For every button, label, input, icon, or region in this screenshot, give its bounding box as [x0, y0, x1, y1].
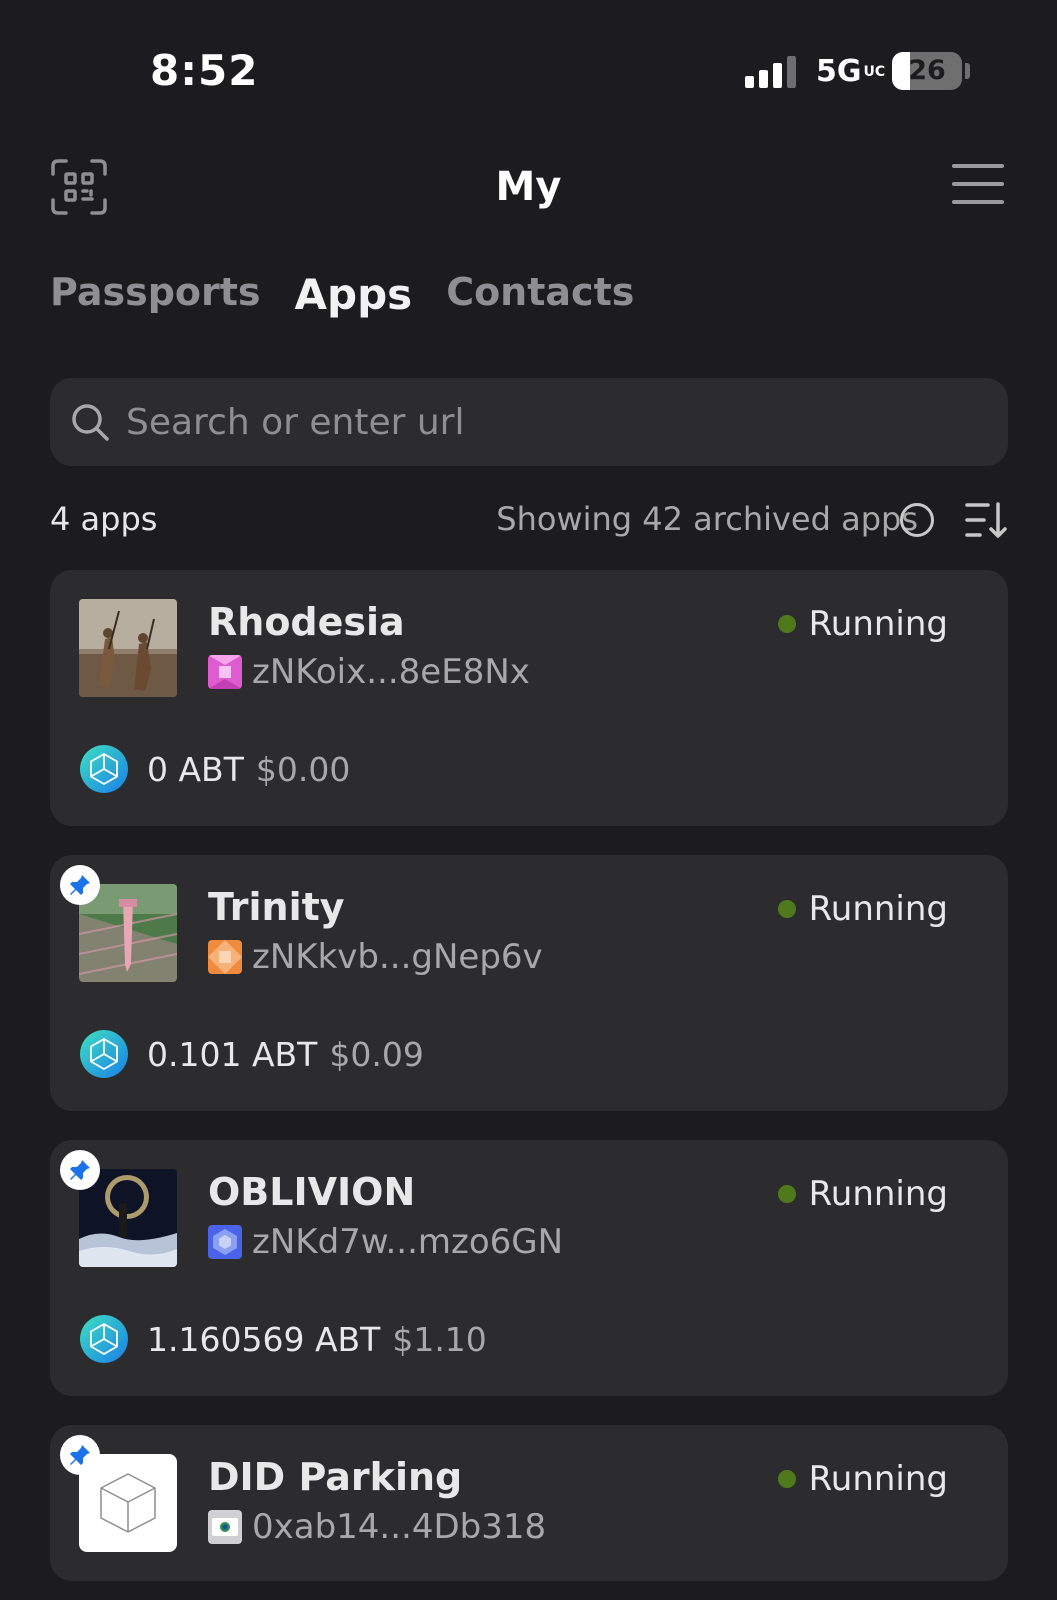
app-balance: 0.101 ABT $0.09: [79, 1029, 424, 1079]
token-amount: 0.101 ABT: [147, 1034, 318, 1074]
app-did-row: zNKkvb...gNep6v: [208, 937, 543, 977]
search-input[interactable]: [126, 401, 946, 443]
app-balance: 1.160569 ABT $1.10: [79, 1314, 487, 1364]
tab-bar: Passports Apps Contacts: [50, 270, 634, 319]
battery-icon: 26: [892, 52, 962, 90]
app-did-row: zNKoix...8eE8Nx: [208, 652, 530, 692]
app-status-label: Running: [808, 1459, 948, 1499]
app-card-trinity[interactable]: Trinity zNKkvb...gNep6v Running 0.101 AB…: [50, 855, 1008, 1111]
battery-percentage: 26: [908, 55, 946, 86]
app-name: OBLIVION: [208, 1170, 416, 1214]
app-card-rhodesia[interactable]: Rhodesia zNKoix...8eE8Nx Running 0 ABT $…: [50, 570, 1008, 826]
pinned-badge: [60, 865, 100, 905]
network-type: 5G: [816, 54, 862, 89]
app-did: 0xab14...4Db318: [252, 1507, 547, 1547]
pin-icon: [70, 875, 90, 895]
app-card-oblivion[interactable]: OBLIVION zNKd7w...mzo6GN Running 1.16056…: [50, 1140, 1008, 1396]
app-status-label: Running: [808, 1174, 948, 1214]
pin-icon: [70, 1445, 90, 1465]
pin-icon: [70, 1160, 90, 1180]
status-time: 8:52: [150, 46, 259, 95]
app-name: Rhodesia: [208, 600, 405, 644]
search-bar[interactable]: [50, 378, 1008, 466]
tab-apps[interactable]: Apps: [295, 270, 413, 319]
app-did: zNKd7w...mzo6GN: [252, 1222, 564, 1262]
status-bar: 8:52 5G UC 26: [0, 0, 1057, 140]
tab-passports[interactable]: Passports: [50, 270, 261, 319]
abt-token-icon: [80, 1030, 128, 1078]
network-indicator: 5G UC: [816, 54, 886, 89]
app-header: My: [0, 150, 1057, 230]
running-status-dot: [777, 1185, 796, 1203]
app-did-row: 0xab14...4Db318: [208, 1507, 546, 1547]
menu-button[interactable]: [952, 164, 1004, 208]
network-badge: UC: [863, 63, 886, 80]
did-avatar: [208, 1510, 242, 1544]
app-status: Running: [777, 889, 948, 929]
abt-token-icon: [80, 745, 128, 793]
app-did: zNKoix...8eE8Nx: [252, 652, 530, 692]
pinned-badge: [60, 1150, 100, 1190]
apps-summary: 4 apps Showing 42 archived apps: [50, 496, 1008, 546]
app-status: Running: [777, 1459, 948, 1499]
app-status: Running: [777, 604, 948, 644]
app-status-label: Running: [808, 604, 948, 644]
token-usd-value: $0.09: [329, 1034, 424, 1074]
token-usd-value: $1.10: [392, 1319, 487, 1359]
running-status-dot: [777, 900, 796, 918]
hamburger-menu-icon: [952, 164, 1004, 204]
app-balance: 0 ABT $0.00: [79, 744, 350, 794]
app-did-row: zNKd7w...mzo6GN: [208, 1222, 563, 1262]
archived-apps-toggle[interactable]: [900, 503, 934, 537]
app-card-did-parking[interactable]: DID Parking 0xab14...4Db318 Running: [50, 1425, 1008, 1581]
app-status: Running: [777, 1174, 948, 1214]
app-status-label: Running: [808, 889, 948, 929]
search-icon: [72, 404, 109, 441]
archived-apps-label: Showing 42 archived apps: [496, 500, 918, 538]
cellular-signal-icon: [745, 54, 799, 88]
tab-contacts[interactable]: Contacts: [446, 270, 634, 319]
abt-token-icon: [80, 1315, 128, 1363]
app-name: DID Parking: [208, 1455, 463, 1499]
pinned-badge: [60, 1435, 100, 1475]
app-count: 4 apps: [50, 500, 158, 538]
app-did: zNKkvb...gNep6v: [252, 937, 543, 977]
did-avatar: [208, 940, 242, 974]
token-amount: 1.160569 ABT: [147, 1319, 381, 1359]
token-amount: 0 ABT: [147, 749, 244, 789]
sort-button[interactable]: [964, 500, 1008, 540]
running-status-dot: [777, 1470, 796, 1488]
token-usd-value: $0.00: [255, 749, 351, 789]
battery-tip: [965, 63, 970, 79]
app-name: Trinity: [208, 885, 345, 929]
did-avatar: [208, 655, 242, 689]
app-thumbnail: [79, 599, 177, 697]
did-avatar: [208, 1225, 242, 1259]
running-status-dot: [777, 615, 796, 633]
sort-icon: [965, 502, 1007, 538]
page-title: My: [495, 164, 562, 210]
